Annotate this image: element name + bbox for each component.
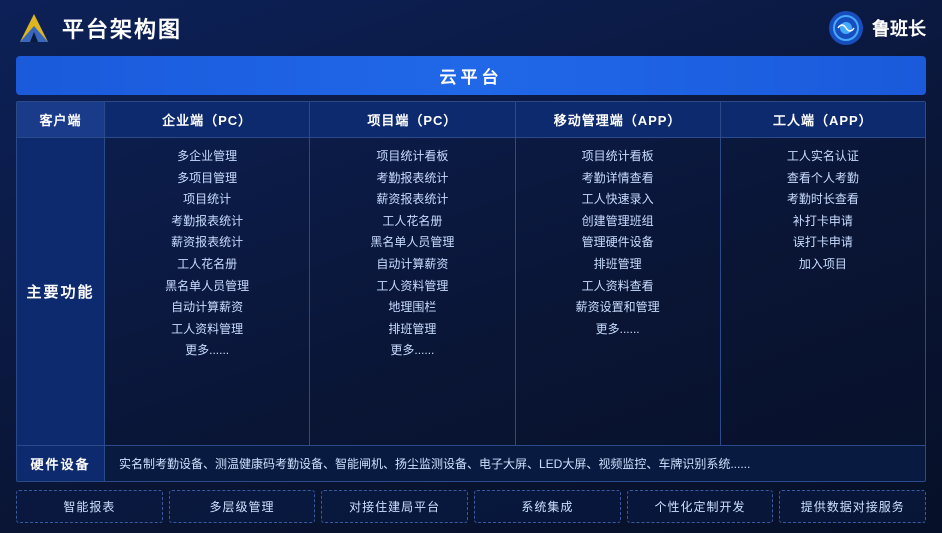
feature-item-0: 智能报表 xyxy=(16,490,163,523)
list-item: 工人花名册 xyxy=(177,254,237,276)
col-header-worker: 工人端（APP） xyxy=(721,102,925,137)
hardware-row: 硬件设备 实名制考勤设备、测温健康码考勤设备、智能闸机、扬尘监测设备、电子大屏、… xyxy=(17,445,925,481)
list-item: 查看个人考勤 xyxy=(787,168,859,190)
main-table: 客户端 企业端（PC） 项目端（PC） 移动管理端（APP） 工人端（APP） … xyxy=(16,101,926,482)
worker-app-cell: 工人实名认证 查看个人考勤 考勤时长查看 补打卡申请 误打卡申请 加入项目 xyxy=(721,138,925,445)
list-item: 考勤报表统计 xyxy=(171,211,243,233)
list-item: 更多...... xyxy=(185,340,229,362)
col-header-client: 客户端 xyxy=(17,102,105,137)
list-item: 更多...... xyxy=(390,340,434,362)
list-item: 加入项目 xyxy=(799,254,847,276)
feature-row: 智能报表 多层级管理 对接住建局平台 系统集成 个性化定制开发 提供数据对接服务 xyxy=(16,490,926,523)
logo-icon xyxy=(16,10,52,46)
content-cells: 多企业管理 多项目管理 项目统计 考勤报表统计 薪资报表统计 工人花名册 黑名单… xyxy=(105,138,925,445)
mobile-app-cell: 项目统计看板 考勤详情查看 工人快速录入 创建管理班组 管理硬件设备 排班管理 … xyxy=(516,138,721,445)
col-header-mobile: 移动管理端（APP） xyxy=(516,102,721,137)
list-item: 工人资料查看 xyxy=(582,276,654,298)
feature-item-2: 对接住建局平台 xyxy=(321,490,468,523)
project-pc-cell: 项目统计看板 考勤报表统计 薪资报表统计 工人花名册 黑名单人员管理 自动计算薪… xyxy=(310,138,515,445)
feature-item-1: 多层级管理 xyxy=(169,490,316,523)
list-item: 自动计算薪资 xyxy=(171,297,243,319)
list-item: 薪资报表统计 xyxy=(171,232,243,254)
list-item: 工人资料管理 xyxy=(376,276,448,298)
enterprise-pc-cell: 多企业管理 多项目管理 项目统计 考勤报表统计 薪资报表统计 工人花名册 黑名单… xyxy=(105,138,310,445)
list-item: 薪资报表统计 xyxy=(376,189,448,211)
cloud-banner: 云平台 xyxy=(16,56,926,95)
header: 平台架构图 鲁班长 xyxy=(16,10,926,46)
list-item: 管理硬件设备 xyxy=(582,232,654,254)
list-item: 工人花名册 xyxy=(382,211,442,233)
list-item: 更多...... xyxy=(596,319,640,341)
brand-icon xyxy=(828,10,864,46)
list-item: 地理围栏 xyxy=(388,297,436,319)
list-item: 多项目管理 xyxy=(177,168,237,190)
list-item: 排班管理 xyxy=(594,254,642,276)
list-item: 黑名单人员管理 xyxy=(165,276,249,298)
list-item: 考勤时长查看 xyxy=(787,189,859,211)
row-label-features: 主要功能 xyxy=(17,138,105,445)
feature-item-5: 提供数据对接服务 xyxy=(779,490,926,523)
hardware-label: 硬件设备 xyxy=(17,446,105,481)
list-item: 工人快速录入 xyxy=(582,189,654,211)
list-item: 薪资设置和管理 xyxy=(576,297,660,319)
list-item: 误打卡申请 xyxy=(793,232,853,254)
list-item: 工人资料管理 xyxy=(171,319,243,341)
list-item: 黑名单人员管理 xyxy=(370,232,454,254)
main-features-row: 主要功能 多企业管理 多项目管理 项目统计 考勤报表统计 薪资报表统计 工人花名… xyxy=(17,138,925,445)
list-item: 创建管理班组 xyxy=(582,211,654,233)
list-item: 项目统计看板 xyxy=(582,146,654,168)
feature-item-3: 系统集成 xyxy=(474,490,621,523)
col-header-enterprise: 企业端（PC） xyxy=(105,102,310,137)
list-item: 多企业管理 xyxy=(177,146,237,168)
list-item: 项目统计 xyxy=(183,189,231,211)
list-item: 自动计算薪资 xyxy=(376,254,448,276)
list-item: 项目统计看板 xyxy=(376,146,448,168)
main-container: 平台架构图 鲁班长 云平台 客户端 企业端（PC） 项目端（PC） 移动管理端（… xyxy=(0,0,942,533)
list-item: 考勤详情查看 xyxy=(582,168,654,190)
page-title: 平台架构图 xyxy=(62,12,182,44)
col-header-project: 项目端（PC） xyxy=(310,102,515,137)
header-left: 平台架构图 xyxy=(16,10,182,46)
brand-logo: 鲁班长 xyxy=(828,10,926,46)
list-item: 考勤报表统计 xyxy=(376,168,448,190)
feature-item-4: 个性化定制开发 xyxy=(627,490,774,523)
brand-name: 鲁班长 xyxy=(872,15,926,41)
col-headers-row: 客户端 企业端（PC） 项目端（PC） 移动管理端（APP） 工人端（APP） xyxy=(17,102,925,138)
hardware-content: 实名制考勤设备、测温健康码考勤设备、智能闸机、扬尘监测设备、电子大屏、LED大屏… xyxy=(105,446,925,481)
list-item: 补打卡申请 xyxy=(793,211,853,233)
list-item: 工人实名认证 xyxy=(787,146,859,168)
list-item: 排班管理 xyxy=(388,319,436,341)
